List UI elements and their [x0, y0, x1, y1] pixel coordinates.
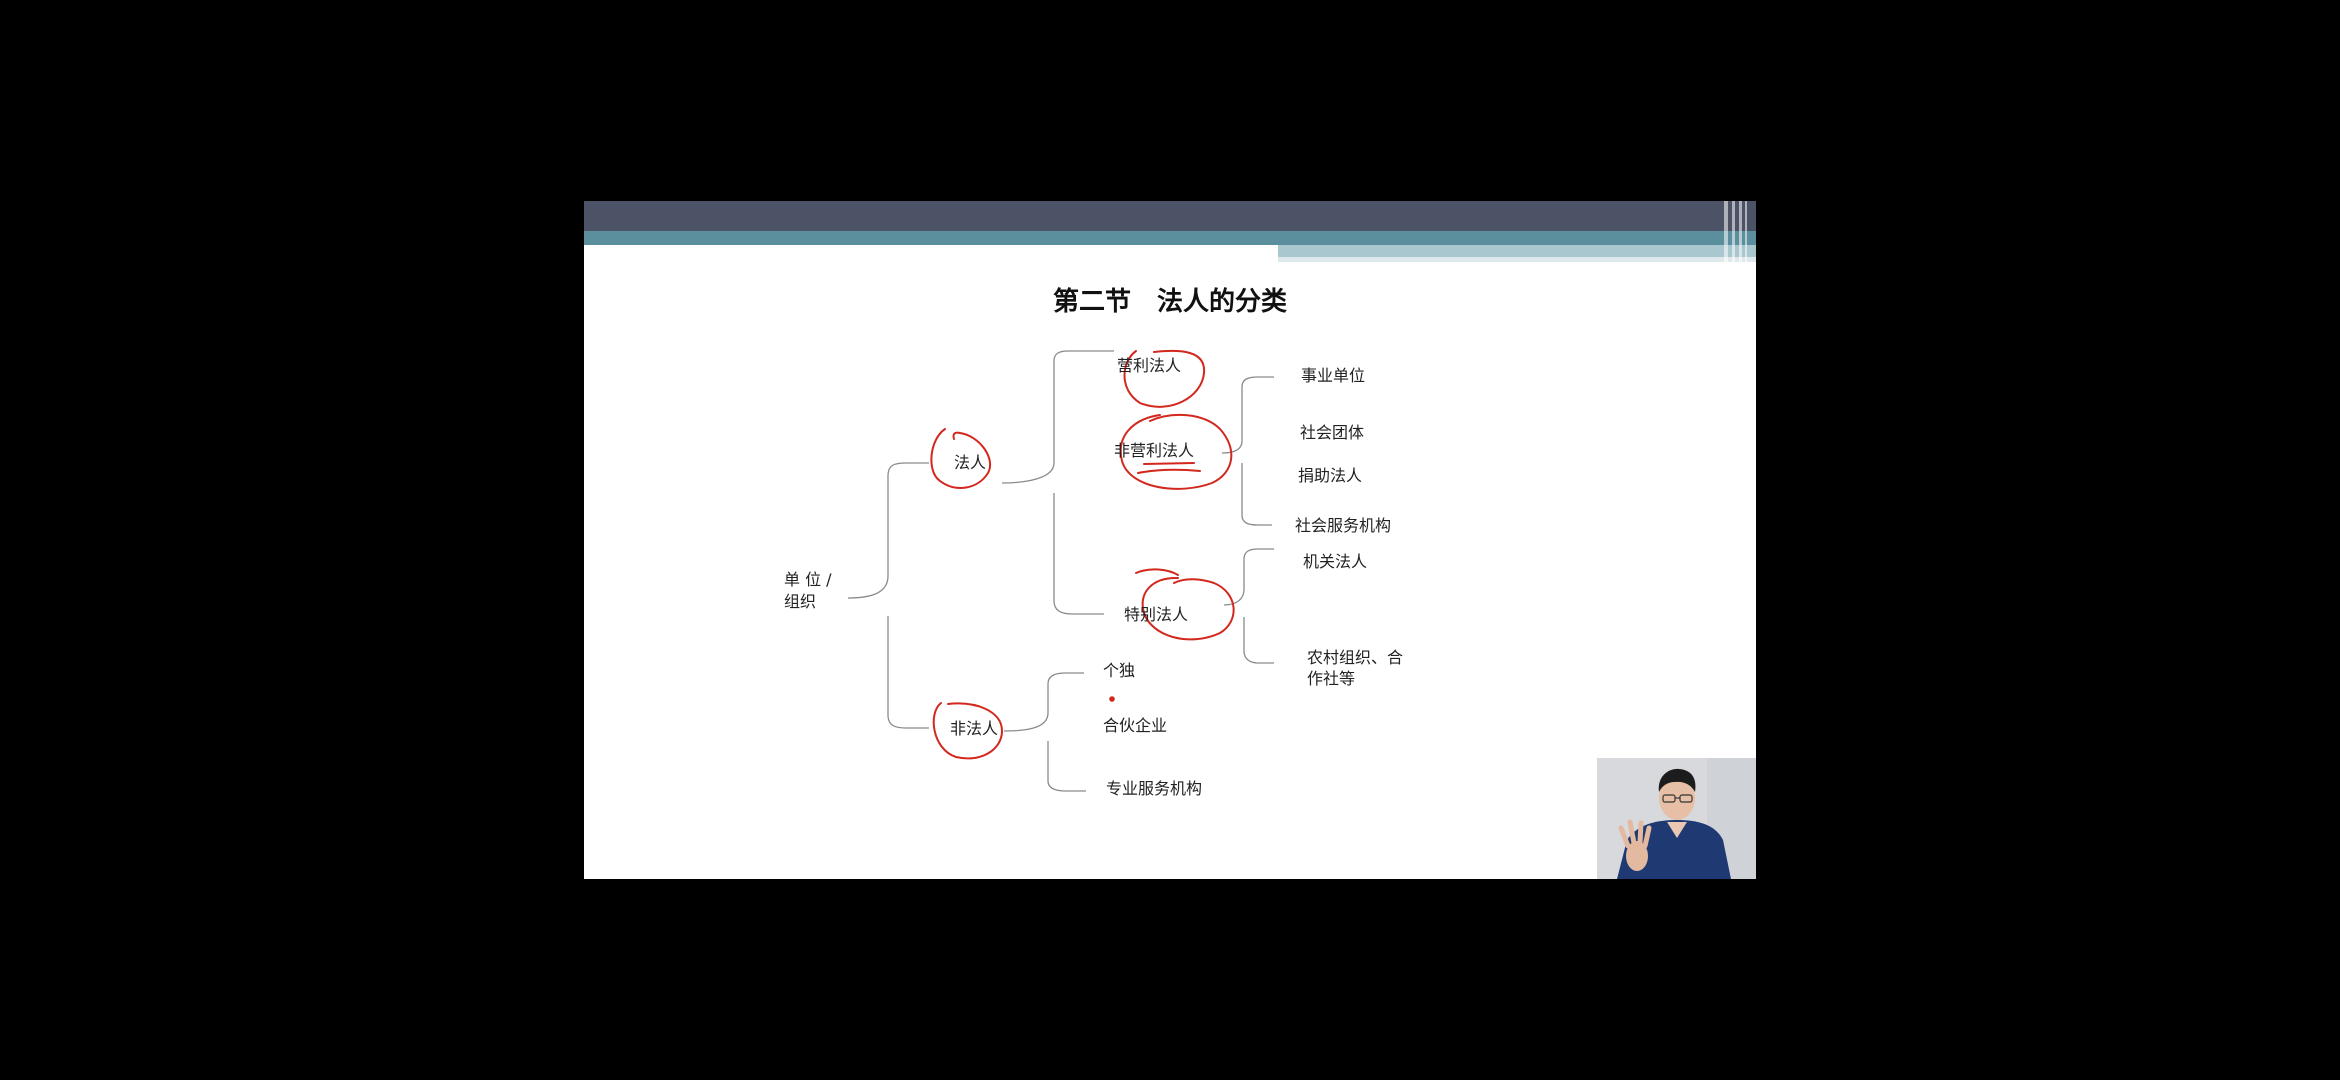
node-special-legal-person: 特别法人 — [1124, 605, 1189, 624]
node-non-legal-person: 非法人 — [950, 719, 999, 738]
root-node-line1: 单 位 / — [784, 570, 832, 589]
node-rural-org-line1: 农村组织、合 — [1307, 648, 1404, 667]
node-sole-proprietorship: 个独 — [1103, 661, 1136, 680]
node-donation-legal-person: 捐助法人 — [1298, 466, 1363, 485]
node-professional-service: 专业服务机构 — [1106, 779, 1203, 798]
node-legal-person: 法人 — [954, 453, 987, 472]
presentation-slide: 第二节 法人的分类 单 位 / 组织 法人 非法人 营利法人 非营利法人 特别法… — [584, 201, 1756, 879]
node-profit-legal-person: 营利法人 — [1117, 356, 1182, 375]
annotation-dot — [1109, 696, 1115, 702]
node-public-institution: 事业单位 — [1301, 366, 1366, 385]
node-organ-legal-person: 机关法人 — [1303, 552, 1368, 571]
node-partnership: 合伙企业 — [1103, 716, 1168, 735]
node-non-profit-legal-person: 非营利法人 — [1114, 441, 1195, 460]
node-social-group: 社会团体 — [1300, 423, 1365, 442]
connector-lines — [847, 350, 1274, 792]
node-rural-org-line2: 作社等 — [1307, 669, 1356, 688]
presenter-webcam — [1597, 758, 1756, 879]
root-node-line2: 组织 — [784, 592, 817, 611]
node-social-service-org: 社会服务机构 — [1295, 516, 1392, 535]
presenter-figure — [1597, 758, 1756, 879]
red-annotations — [930, 349, 1235, 760]
